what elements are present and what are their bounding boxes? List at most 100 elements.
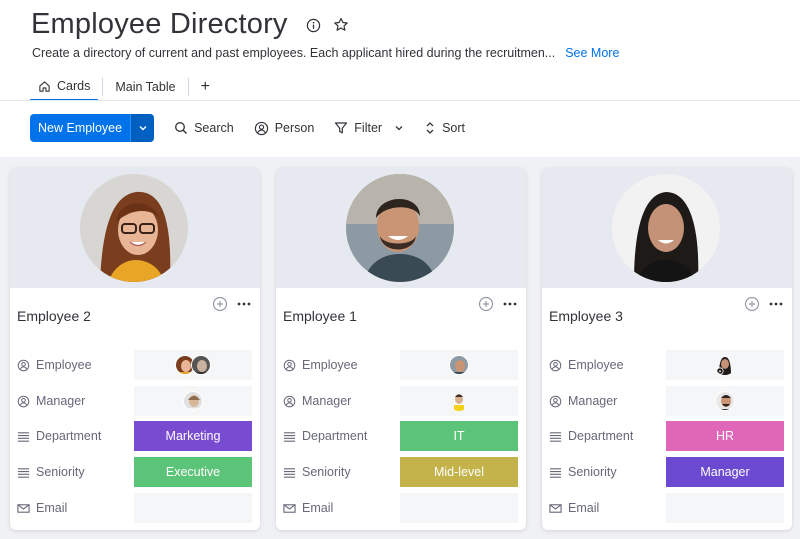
seniority-status[interactable]: Manager	[666, 457, 784, 487]
field-label: Employee	[10, 358, 134, 372]
field-department: Department IT	[276, 421, 526, 451]
employee-card[interactable]: Employee 3 Employee Manager Department H…	[542, 168, 792, 530]
employee-photo	[80, 174, 188, 282]
field-department: Department Marketing	[10, 421, 260, 451]
view-tabs: Cards Main Table +	[30, 72, 218, 102]
field-label: Email	[10, 501, 134, 515]
person-icon	[17, 395, 30, 407]
home-icon	[39, 80, 50, 92]
card-cover	[542, 168, 792, 288]
info-icon[interactable]	[306, 18, 321, 33]
new-employee-button[interactable]: New Employee	[30, 114, 130, 142]
card-actions	[212, 296, 252, 312]
tab-divider	[187, 78, 189, 96]
card-cover	[276, 168, 526, 288]
avatar	[191, 355, 211, 375]
employee-people-cell[interactable]	[400, 350, 518, 380]
manager-people-cell[interactable]	[666, 386, 784, 416]
status-column-icon	[549, 431, 562, 442]
card-actions	[478, 296, 518, 312]
add-view-button[interactable]: +	[193, 78, 218, 96]
employee-card[interactable]: Employee 2 Employee Manager Department M…	[10, 168, 260, 530]
board-description: Create a directory of current and past e…	[32, 46, 619, 60]
title-icons	[306, 17, 349, 33]
email-cell[interactable]	[134, 493, 252, 523]
card-cover	[10, 168, 260, 288]
star-icon[interactable]	[333, 17, 349, 33]
sort-icon	[426, 122, 434, 134]
person-icon	[549, 395, 562, 407]
employee-photo	[346, 174, 454, 282]
field-email: Email	[542, 493, 792, 523]
field-label-text: Email	[568, 501, 600, 515]
add-update-icon[interactable]	[212, 296, 228, 312]
search-label: Search	[194, 121, 234, 135]
field-seniority: Seniority Mid-level	[276, 457, 526, 487]
field-label: Seniority	[276, 465, 400, 479]
person-icon	[283, 359, 296, 371]
employee-people-cell[interactable]	[666, 350, 784, 380]
department-status[interactable]: HR	[666, 421, 784, 451]
email-icon	[283, 503, 296, 513]
more-options-icon[interactable]	[768, 296, 784, 312]
field-label: Employee	[276, 358, 400, 372]
email-icon	[549, 503, 562, 513]
field-label-text: Department	[302, 429, 368, 443]
employee-card[interactable]: Employee 1 Employee Manager Department I…	[276, 168, 526, 530]
see-more-link[interactable]: See More	[565, 46, 619, 60]
manager-people-cell[interactable]	[134, 386, 252, 416]
search-button[interactable]: Search	[174, 121, 234, 135]
more-options-icon[interactable]	[236, 296, 252, 312]
chevron-down-icon	[139, 126, 147, 131]
email-cell[interactable]	[400, 493, 518, 523]
email-icon	[17, 503, 30, 513]
field-label-text: Email	[302, 501, 334, 515]
seniority-status[interactable]: Executive	[134, 457, 252, 487]
chevron-down-icon[interactable]	[394, 123, 404, 133]
field-label: Seniority	[542, 465, 666, 479]
status-column-icon	[549, 467, 562, 478]
person-filter-button[interactable]: Person	[254, 121, 314, 136]
tab-cards-label: Cards	[57, 79, 91, 93]
field-label: Manager	[276, 394, 400, 408]
field-employee: Employee	[542, 350, 792, 380]
add-update-icon[interactable]	[744, 296, 760, 312]
manager-people-cell[interactable]	[400, 386, 518, 416]
department-status[interactable]: IT	[400, 421, 518, 451]
filter-button[interactable]: Filter	[334, 121, 404, 135]
field-email: Email	[276, 493, 526, 523]
field-manager: Manager	[542, 386, 792, 416]
employee-name[interactable]: Employee 1	[283, 308, 357, 324]
field-label-text: Seniority	[302, 465, 351, 479]
person-icon	[549, 359, 562, 371]
more-options-icon[interactable]	[502, 296, 518, 312]
page-title: Employee Directory	[31, 8, 288, 40]
department-status[interactable]: Marketing	[134, 421, 252, 451]
field-label-text: Email	[36, 501, 68, 515]
field-label-text: Seniority	[36, 465, 85, 479]
employee-photo	[612, 174, 720, 282]
new-employee-dropdown[interactable]	[130, 114, 155, 142]
status-column-icon	[283, 467, 296, 478]
field-label: Email	[276, 501, 400, 515]
seniority-status[interactable]: Mid-level	[400, 457, 518, 487]
field-label-text: Employee	[36, 358, 92, 372]
add-update-icon[interactable]	[478, 296, 494, 312]
tab-cards[interactable]: Cards	[30, 73, 99, 101]
field-label: Employee	[542, 358, 666, 372]
employee-people-cell[interactable]	[134, 350, 252, 380]
field-manager: Manager	[276, 386, 526, 416]
card-actions	[744, 296, 784, 312]
email-cell[interactable]	[666, 493, 784, 523]
person-icon	[17, 359, 30, 371]
status-column-icon	[17, 467, 30, 478]
tab-main-table[interactable]: Main Table	[107, 73, 183, 101]
field-label: Department	[542, 429, 666, 443]
avatar	[715, 355, 735, 375]
toolbar: New Employee Search Person Filter Sort	[30, 114, 465, 142]
employee-name[interactable]: Employee 3	[549, 308, 623, 324]
employee-name[interactable]: Employee 2	[17, 308, 91, 324]
sort-button[interactable]: Sort	[424, 121, 465, 135]
field-email: Email	[10, 493, 260, 523]
field-department: Department HR	[542, 421, 792, 451]
